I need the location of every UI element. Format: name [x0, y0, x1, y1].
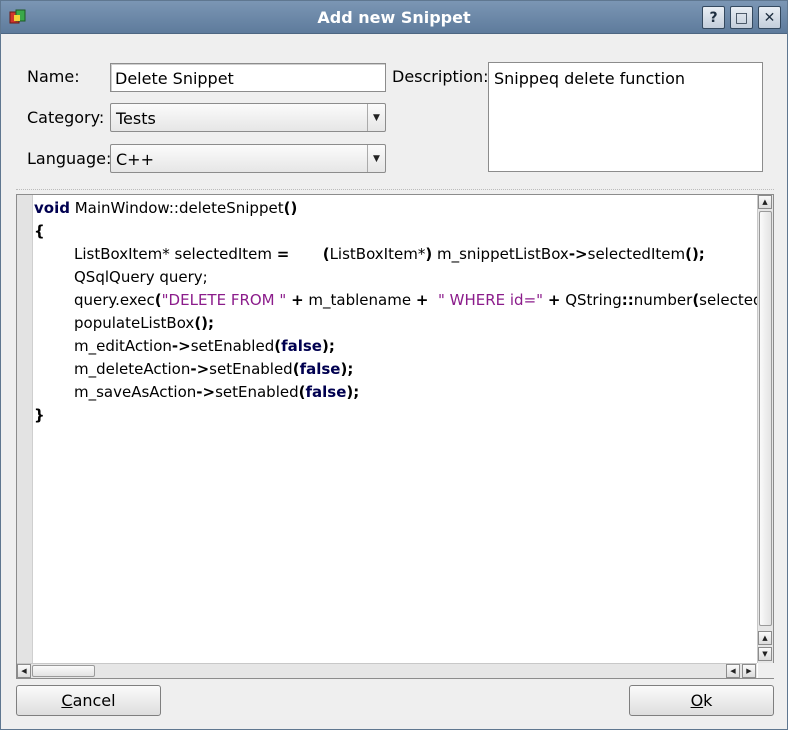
code-line: ListBoxItem* selectedItem = (ListBoxItem… — [34, 243, 758, 266]
dialog-window: Add new Snippet ? □ ✕ Name: Delete Snipp… — [0, 0, 788, 730]
close-icon: ✕ — [763, 9, 776, 26]
code-token: -> — [196, 383, 216, 401]
code-token: m_deleteAction — [74, 360, 191, 378]
code-token: -> — [190, 360, 210, 378]
category-label: Category: — [27, 108, 105, 127]
language-value: C++ — [116, 150, 154, 169]
code-token: () — [283, 199, 298, 217]
chevron-down-icon[interactable]: ▼ — [367, 145, 385, 172]
code-line: void MainWindow::deleteSnippet() — [34, 197, 758, 220]
code-line: query.exec("DELETE FROM " + m_tablename … — [34, 289, 758, 312]
code-token: " WHERE id=" — [437, 291, 544, 309]
code-line: QSqlQuery query; — [34, 266, 758, 289]
arrow-up-icon[interactable]: ▲ — [758, 631, 772, 645]
editor-gutter — [17, 195, 33, 663]
cancel-label: ancel — [72, 691, 116, 710]
code-token: "DELETE FROM " — [161, 291, 287, 309]
cancel-button[interactable]: Cancel — [16, 685, 161, 716]
vertical-scroll-thumb[interactable] — [759, 211, 772, 626]
code-token: MainWindow::deleteSnippet — [69, 199, 284, 217]
arrow-up-icon[interactable]: ▲ — [758, 195, 772, 209]
code-line: } — [34, 404, 758, 427]
description-label: Description: — [392, 67, 489, 86]
ok-label: k — [703, 691, 713, 710]
code-token: ListBoxItem* selectedItem — [74, 245, 277, 263]
description-textarea[interactable]: Snippeq delete function — [488, 62, 763, 172]
code-token: ); — [340, 360, 354, 378]
code-token: void — [34, 199, 70, 217]
horizontal-scroll-thumb[interactable] — [32, 665, 95, 677]
code-token: ( — [322, 245, 330, 263]
help-icon: ? — [709, 9, 718, 26]
code-token: { — [34, 222, 45, 240]
code-token: + — [291, 291, 304, 309]
code-token: = — [276, 245, 290, 263]
horizontal-scrollbar[interactable]: ◀ ◀ ▶ — [17, 663, 757, 678]
category-combobox[interactable]: Tests ▼ — [110, 103, 386, 132]
code-token: false — [305, 383, 347, 401]
arrow-down-icon[interactable]: ▼ — [758, 647, 772, 661]
code-line: m_deleteAction->setEnabled(false); — [34, 358, 758, 381]
code-line: m_saveAsAction->setEnabled(false); — [34, 381, 758, 404]
code-token: setEnabled — [209, 360, 293, 378]
code-line: populateListBox(); — [34, 312, 758, 335]
code-token: selectedItem — [587, 245, 686, 263]
language-label: Language: — [27, 149, 112, 168]
code-token: setEnabled — [190, 337, 275, 355]
code-token: ( — [154, 291, 162, 309]
code-token: :: — [621, 291, 634, 309]
help-button[interactable]: ? — [702, 6, 725, 29]
arrow-left-icon[interactable]: ◀ — [17, 664, 31, 678]
code-token: setEnabled — [215, 383, 299, 401]
ok-button[interactable]: Ok — [629, 685, 774, 716]
code-line: { — [34, 220, 758, 243]
code-token: (); — [685, 245, 705, 263]
category-value: Tests — [116, 109, 156, 128]
chevron-down-icon[interactable]: ▼ — [367, 104, 385, 131]
code-token: ListBoxItem* — [329, 245, 426, 263]
language-combobox[interactable]: C++ ▼ — [110, 144, 386, 173]
code-editor[interactable]: void MainWindow::deleteSnippet(){ListBox… — [16, 194, 774, 679]
maximize-button[interactable]: □ — [730, 6, 753, 29]
code-token: -> — [568, 245, 588, 263]
scroll-corner — [758, 663, 774, 678]
code-token: ); — [322, 337, 335, 355]
code-token: + — [547, 291, 561, 309]
close-button[interactable]: ✕ — [758, 6, 781, 29]
arrow-left-icon[interactable]: ◀ — [726, 664, 740, 678]
code-token: m_editAction — [74, 337, 172, 355]
code-token: } — [34, 406, 45, 424]
code-token: (); — [194, 314, 215, 332]
code-token: ( — [292, 360, 300, 378]
arrow-right-icon[interactable]: ▶ — [742, 664, 756, 678]
ok-mnemonic: O — [690, 691, 704, 710]
code-token: m_saveAsAction — [74, 383, 197, 401]
code-token: populateListBox — [74, 314, 195, 332]
cancel-mnemonic: C — [61, 691, 73, 710]
maximize-icon: □ — [734, 9, 749, 26]
window-title: Add new Snippet — [317, 8, 471, 27]
code-token: QString — [560, 291, 622, 309]
name-label: Name: — [27, 67, 80, 86]
code-token: -> — [171, 337, 191, 355]
code-token: selectedItem — [699, 291, 758, 309]
code-token: false — [281, 337, 322, 355]
code-token: QSqlQuery query; — [74, 268, 208, 286]
code-token: query.exec — [74, 291, 155, 309]
code-token: number — [633, 291, 693, 309]
code-token: m_tablename — [303, 291, 416, 309]
code-token: false — [299, 360, 341, 378]
code-token: + — [415, 291, 429, 309]
code-line: m_editAction->setEnabled(false); — [34, 335, 758, 358]
title-bar[interactable]: Add new Snippet ? □ ✕ — [1, 1, 787, 34]
vertical-scrollbar[interactable]: ▲ ▲ ▼ — [757, 195, 773, 663]
name-input[interactable]: Delete Snippet — [110, 63, 386, 92]
code-token: m_snippetListBox — [432, 245, 569, 263]
code-text[interactable]: void MainWindow::deleteSnippet(){ListBox… — [34, 197, 758, 663]
code-token: ); — [346, 383, 360, 401]
